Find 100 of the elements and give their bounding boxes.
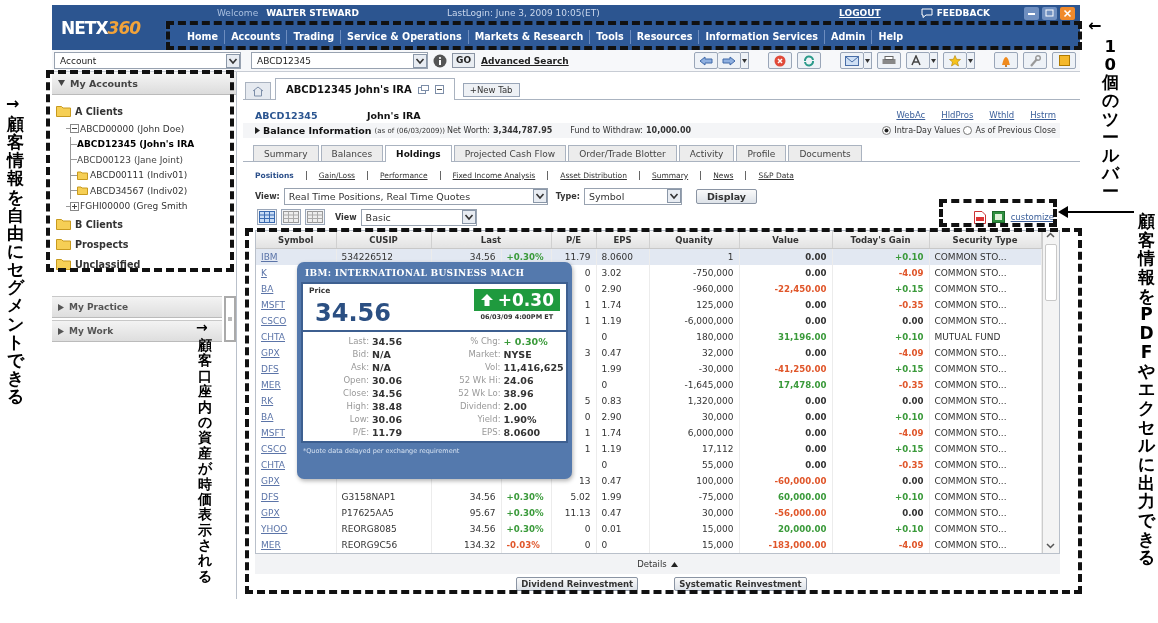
radio-button[interactable] — [882, 126, 892, 135]
tab[interactable]: Summary — [253, 145, 319, 161]
symbol-link[interactable]: MSFT — [261, 300, 285, 310]
panel-header[interactable]: My Practice — [52, 296, 222, 318]
tree-item[interactable]: ABCD12345 (John's IRA — [77, 139, 195, 150]
caret-icon[interactable] — [670, 561, 678, 567]
tab[interactable]: Order/Trade Blotter — [568, 145, 677, 161]
scroll-up-icon[interactable] — [1045, 231, 1056, 240]
symbol-link[interactable]: CSCO — [261, 444, 287, 454]
section-title[interactable]: Balance Information — [263, 125, 372, 136]
menu-item[interactable]: Markets & Research — [467, 29, 590, 44]
panel-header[interactable]: My Accounts — [52, 72, 236, 95]
menu-item[interactable]: Admin — [824, 29, 872, 44]
tab[interactable]: Holdings — [385, 145, 452, 162]
tab[interactable]: Projected Cash Flow — [453, 145, 567, 161]
minimize-icon[interactable] — [1024, 6, 1039, 20]
expand-box-icon[interactable] — [70, 201, 79, 211]
tree-item[interactable]: ABCD00123 (Jane Joint) — [77, 154, 184, 165]
tab[interactable]: Balances — [320, 145, 384, 161]
menu-item[interactable]: Help — [871, 29, 910, 44]
caret-icon[interactable] — [255, 127, 260, 134]
table-row[interactable]: GPX P17625AA5 95.67 +0.30% 11.13 0.47 30,000 -56,000.00 0.00 COMMON STO... — [256, 505, 1041, 521]
symbol-link[interactable]: YHOO — [261, 524, 288, 534]
stop-icon[interactable] — [768, 52, 792, 69]
grid-view-icon[interactable] — [305, 209, 325, 225]
tab[interactable]: Documents — [788, 145, 862, 161]
windows-icon[interactable] — [417, 85, 429, 94]
symbol-link[interactable]: BA — [261, 412, 274, 422]
column-header[interactable]: CUSIP — [369, 234, 398, 245]
go-button[interactable]: GO — [452, 53, 476, 68]
account-link[interactable]: Wthld — [989, 110, 1015, 120]
minimize-icon[interactable] — [434, 85, 444, 94]
account-link[interactable]: Hstrm — [1030, 110, 1056, 120]
symbol-link[interactable]: MER — [261, 540, 281, 550]
envelope-icon[interactable] — [840, 52, 864, 69]
logout-link[interactable]: LOGOUT — [839, 8, 881, 18]
account-link[interactable]: HldPros — [941, 110, 974, 120]
menu-item[interactable]: Resources — [629, 29, 699, 44]
radio-label[interactable]: As of Previous Close — [975, 126, 1056, 135]
symbol-link[interactable]: MSFT — [261, 428, 285, 438]
scroll-down-icon[interactable] — [1045, 541, 1056, 550]
symbol-link[interactable]: DFS — [261, 492, 279, 502]
symbol-link[interactable]: BA — [261, 284, 274, 294]
menu-item[interactable]: Trading — [286, 29, 341, 44]
symbol-link[interactable]: CHTA — [261, 332, 285, 342]
search-field[interactable]: ABCD12345 — [251, 52, 428, 69]
table-row[interactable]: MER REORG9C56 134.32 -0.03% 0 0 15,000 -183,000.00 -4.09 COMMON STO... — [256, 537, 1041, 553]
maximize-icon[interactable] — [1042, 6, 1057, 20]
document-tab[interactable]: ABCD12345 John's IRA — [275, 78, 455, 100]
speech-bubble-icon[interactable] — [920, 8, 933, 18]
menu-item[interactable]: Accounts — [224, 29, 287, 44]
scrollbar-thumb[interactable] — [1044, 244, 1057, 301]
symbol-link[interactable]: DFS — [261, 364, 279, 374]
layout-select[interactable]: Basic — [360, 208, 477, 226]
symbol-link[interactable]: IBM — [261, 252, 278, 262]
tree-item[interactable]: FGHI00000 (Greg Smith — [80, 201, 188, 212]
action-button[interactable]: Systematic Reinvestment — [674, 577, 807, 591]
symbol-link[interactable]: K — [261, 268, 267, 278]
tree-item[interactable]: ABCD00000 (John Doe) — [80, 123, 185, 134]
account-link[interactable]: WebAc — [896, 110, 926, 120]
radio-label[interactable]: Intra-Day Values — [894, 126, 961, 135]
collapse-handle-icon[interactable] — [224, 296, 236, 342]
info-icon[interactable] — [433, 53, 447, 68]
pdf-icon[interactable] — [973, 210, 986, 224]
collapse-box-icon[interactable] — [70, 124, 79, 134]
folder-label[interactable]: A Clients — [75, 105, 123, 117]
menu-item[interactable]: Home — [165, 29, 225, 44]
column-header[interactable]: Last — [480, 234, 502, 245]
new-tab-button[interactable]: +New Tab — [462, 83, 520, 97]
grid-view-icon[interactable] — [257, 209, 277, 225]
type-select[interactable]: Symbol — [583, 187, 682, 205]
action-button[interactable]: Dividend Reinvestment — [516, 577, 639, 591]
menu-item[interactable]: Tools — [589, 29, 630, 44]
symbol-link[interactable]: GPX — [261, 508, 280, 518]
printer-icon[interactable] — [877, 52, 901, 69]
table-row[interactable]: YHOO REORG8085 34.56 +0.30% 0 0.01 15,000 20,000.00 +0.10 COMMON STO... — [256, 521, 1041, 537]
grid-view-icon[interactable] — [281, 209, 301, 225]
display-button[interactable]: Display — [695, 188, 758, 204]
menu-item[interactable]: Service & Operations — [340, 29, 468, 44]
symbol-link[interactable]: MER — [261, 380, 281, 390]
feedback-link[interactable]: FEEDBACK — [936, 8, 990, 18]
view-select[interactable]: Real Time Positions, Real Time Quotes — [283, 187, 548, 205]
column-header[interactable]: Value — [772, 234, 799, 245]
caret-icon[interactable] — [58, 303, 64, 311]
folder-label[interactable]: Prospects — [75, 238, 129, 250]
details-toggle[interactable]: Details — [637, 559, 667, 569]
spreadsheet-icon[interactable] — [991, 211, 1005, 223]
tree-item[interactable]: ABCD34567 (Indiv02) — [90, 185, 188, 196]
tab[interactable]: Profile — [736, 145, 787, 161]
symbol-link[interactable]: CHTA — [261, 460, 285, 470]
advanced-search-link[interactable]: Advanced Search — [481, 55, 569, 66]
symbol-link[interactable]: GPX — [261, 476, 280, 486]
close-icon[interactable] — [1060, 6, 1075, 20]
customize-link[interactable]: customize — [1010, 212, 1054, 222]
symbol-link[interactable]: CSCO — [261, 316, 287, 326]
table-row[interactable]: DFS G3158NAP1 34.56 +0.30% 5.02 1.99 -75,000 60,000.00 +0.10 COMMON STO... — [256, 489, 1041, 505]
search-scope-dropdown[interactable]: Account — [54, 52, 241, 69]
refresh-icon[interactable] — [797, 52, 821, 69]
symbol-link[interactable]: GPX — [261, 348, 280, 358]
tree-item[interactable]: ABCD00111 (Indiv01) — [90, 170, 188, 181]
